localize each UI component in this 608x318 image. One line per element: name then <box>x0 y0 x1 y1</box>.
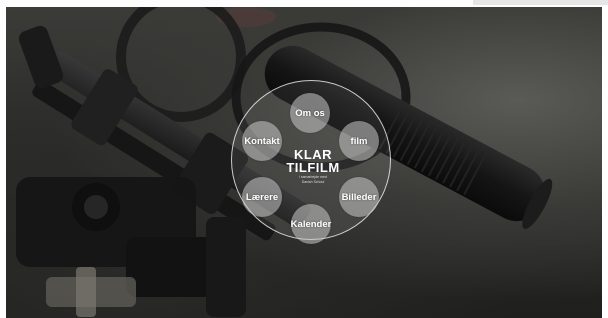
nav-kalender-label: Kalender <box>290 218 332 230</box>
nav-om-os-label: Om os <box>295 107 325 119</box>
nav-om-os-button[interactable]: Om os <box>290 93 330 133</box>
nav-kalender-button[interactable]: Kalender <box>291 204 331 244</box>
logo-tagline-2: Danish School <box>301 180 325 184</box>
nav-film-label: film <box>350 135 368 147</box>
nav-billeder-label: Billeder <box>341 191 377 203</box>
nav-laerere-label: Lærere <box>245 191 279 203</box>
top-strip <box>0 0 608 7</box>
page: Om os film Billeder Kalender Lærere Kont… <box>0 0 608 318</box>
top-strip-tab <box>473 0 608 5</box>
logo-line-2: TILFILM <box>286 160 340 175</box>
right-border <box>602 7 608 318</box>
site-logo[interactable]: KLAR TILFILM i samarbejde med Danish Sch… <box>268 148 358 184</box>
nav-kontakt-label: Kontakt <box>244 135 280 147</box>
logo-tagline-1: i samarbejde med <box>299 175 327 179</box>
